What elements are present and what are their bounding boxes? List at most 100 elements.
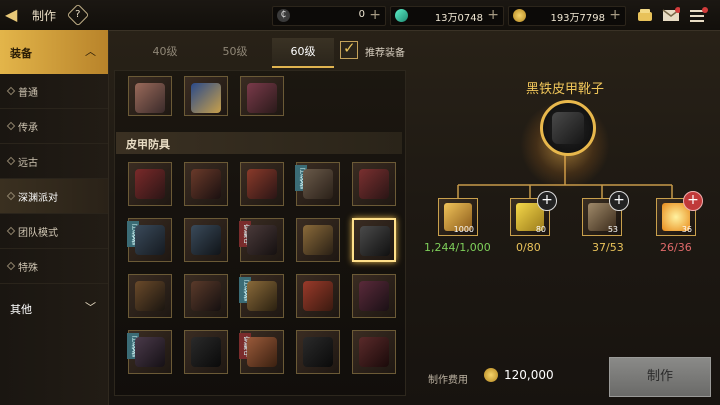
diamond-bullet-icon (6, 191, 16, 201)
top-bar: ◀ 制作 ? ₵ 0 + 13万0748 + 193万7798 + (0, 0, 720, 31)
recommend-label: 推荐装备 (365, 48, 405, 59)
material-count: 1,244/1,000 (424, 241, 491, 254)
add-material-button[interactable]: + (609, 191, 629, 211)
section-header: 皮甲防具 (116, 132, 402, 154)
material-slot[interactable]: 80 + (510, 191, 557, 236)
help-icon[interactable]: ? (66, 3, 90, 27)
material-count: 37/53 (592, 241, 624, 254)
sidebar-item-special[interactable]: 特殊 (0, 249, 108, 284)
craft-button[interactable]: 制作 (609, 357, 711, 397)
gear-art-icon (191, 83, 221, 113)
add-material-button[interactable]: + (683, 191, 703, 211)
gear-art-icon (191, 337, 221, 367)
gear-art-icon (303, 281, 333, 311)
equipment-slot[interactable] (296, 330, 340, 374)
gear-art-icon (191, 169, 221, 199)
material-count: 26/36 (660, 241, 692, 254)
gear-art-icon (135, 337, 165, 367)
equipment-slot[interactable] (184, 330, 228, 374)
gear-art-icon (359, 337, 389, 367)
mail-icon[interactable] (662, 7, 681, 23)
sidebar-item-team-mode[interactable]: 团队模式 (0, 214, 108, 249)
equipment-slot[interactable] (296, 218, 340, 262)
gear-art-icon (247, 225, 277, 255)
menu-icon[interactable] (688, 7, 708, 23)
equipment-slot[interactable] (296, 274, 340, 318)
boots-icon (552, 112, 584, 144)
currency-c-value: 0 (358, 9, 365, 20)
equipment-slot[interactable] (128, 76, 172, 116)
equipment-slot[interactable] (184, 76, 228, 116)
gear-art-icon (247, 281, 277, 311)
equipment-slot[interactable] (184, 218, 228, 262)
diamond-bullet-icon (6, 261, 16, 271)
sidebar-group-label: 其他 (10, 303, 32, 316)
craft-cost-value: 120,000 (504, 368, 554, 382)
gear-art-icon (360, 226, 390, 256)
sidebar-item-label: 团队模式 (18, 228, 58, 239)
sidebar-item-label: 传承 (18, 123, 38, 134)
material-slot[interactable]: 1000 (438, 198, 478, 236)
equipment-slot[interactable] (352, 330, 396, 374)
add-c-button[interactable]: + (369, 7, 381, 23)
chest-icon[interactable] (636, 7, 654, 23)
gear-art-icon (247, 169, 277, 199)
material-slot[interactable]: 53 + (582, 191, 629, 236)
gem-icon (395, 9, 408, 22)
crafted-item-slot[interactable] (540, 100, 596, 156)
gear-art-icon (359, 281, 389, 311)
sidebar-item-ancient[interactable]: 远古 (0, 144, 108, 179)
sidebar-item-abyss-party[interactable]: 深渊派对 (0, 179, 108, 214)
recommend-checkbox[interactable] (340, 39, 358, 59)
currency-gem: 13万0748 + (390, 6, 504, 26)
equipment-slot[interactable] (184, 162, 228, 206)
equipment-slot[interactable] (352, 162, 396, 206)
equipment-slot[interactable] (240, 76, 284, 116)
material-qty: 80 (535, 225, 546, 234)
equipment-slot[interactable] (184, 274, 228, 318)
sidebar-group-other[interactable]: 其他 ﹀ (0, 286, 108, 330)
equipment-slot[interactable] (128, 162, 172, 206)
add-material-button[interactable]: + (537, 191, 557, 211)
tab-50[interactable]: 50级 (204, 38, 266, 66)
chevron-down-icon: ﹀ (85, 301, 96, 314)
section-title: 皮甲防具 (126, 138, 170, 151)
equipment-slot[interactable]: 已装备 (239, 274, 284, 318)
sidebar-item-label: 远古 (18, 158, 38, 169)
currency-c: ₵ 0 + (272, 6, 386, 26)
c-coin-icon: ₵ (277, 9, 290, 22)
sidebar-item-label: 特殊 (18, 263, 38, 274)
equipment-slot[interactable]: 穿戴中 (239, 330, 284, 374)
tab-40[interactable]: 40级 (134, 38, 196, 66)
equipment-slot[interactable]: 已装备 (295, 162, 340, 206)
add-gold-button[interactable]: + (609, 7, 621, 23)
chevron-up-icon: ︿ (85, 45, 96, 58)
gold-coin-icon (513, 9, 526, 22)
gear-art-icon (303, 337, 333, 367)
sidebar-item-normal[interactable]: 普通 (0, 74, 108, 109)
equipment-slot[interactable]: 穿戴中 (239, 218, 284, 262)
sidebar-group-label: 装备 (10, 47, 32, 60)
sidebar-group-equipment[interactable]: 装备 ︿ (0, 30, 108, 74)
back-icon[interactable]: ◀ (5, 6, 21, 24)
diamond-bullet-icon (6, 86, 16, 96)
material-slot[interactable]: 36 + (656, 191, 703, 236)
page-title: 制作 (32, 9, 57, 23)
equipment-slot[interactable] (352, 274, 396, 318)
add-gem-button[interactable]: + (487, 7, 499, 23)
sidebar-item-inherit[interactable]: 传承 (0, 109, 108, 144)
material-count: 0/80 (516, 241, 541, 254)
gear-art-icon (303, 225, 333, 255)
equipment-slot-selected[interactable] (352, 218, 396, 262)
tab-60[interactable]: 60级 (272, 38, 334, 68)
equipment-slot[interactable]: 已装备 (127, 218, 172, 262)
equipment-slot[interactable] (240, 162, 284, 206)
gear-art-icon (191, 225, 221, 255)
gear-art-icon (135, 169, 165, 199)
equipment-slot[interactable] (128, 274, 172, 318)
equipment-slot[interactable]: 已装备 (127, 330, 172, 374)
gear-art-icon (247, 83, 277, 113)
gear-art-icon (303, 169, 333, 199)
material-qty: 36 (681, 225, 692, 234)
gear-art-icon (135, 281, 165, 311)
